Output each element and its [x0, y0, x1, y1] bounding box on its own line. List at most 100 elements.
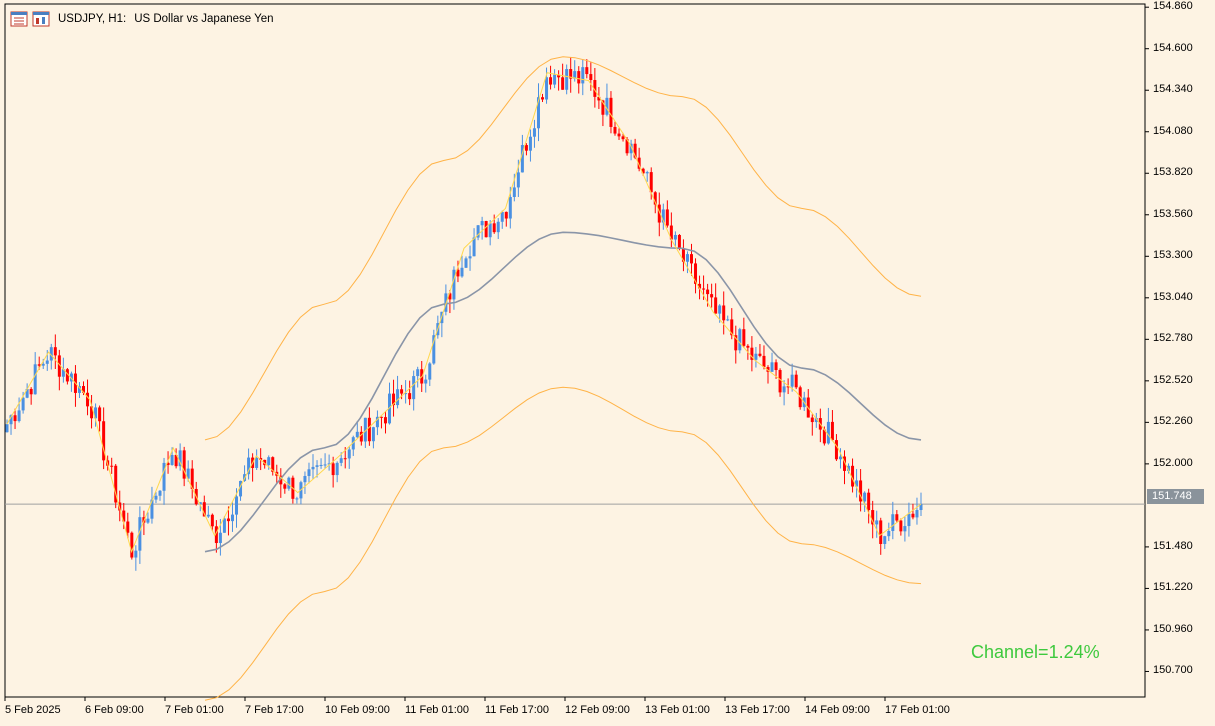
chart-type-icon[interactable] [32, 11, 50, 27]
candle-body [581, 67, 585, 84]
candle-body [903, 526, 907, 532]
y-tick-label: 152.260 [1153, 415, 1193, 428]
candle-body [706, 289, 710, 295]
candle-body [512, 187, 516, 197]
x-tick-label: 7 Feb 17:00 [245, 704, 304, 716]
x-tick-label: 12 Feb 09:00 [565, 704, 630, 716]
candle-body [585, 67, 589, 75]
candle-body [726, 319, 730, 321]
candle-body [226, 518, 230, 522]
candle-body [863, 492, 867, 502]
y-tick-label: 154.340 [1153, 83, 1193, 96]
window-menu-icon[interactable] [10, 11, 28, 27]
plot-frame [4, 3, 1146, 698]
chart-header: USDJPY, H1: US Dollar vs Japanese Yen [10, 10, 274, 28]
price-path-line [6, 72, 922, 554]
candle-body [416, 369, 420, 377]
y-tick-label: 150.960 [1153, 622, 1193, 635]
candle-body [685, 254, 689, 262]
candle-body [343, 458, 347, 460]
candle-body [577, 71, 581, 84]
candle-body [468, 256, 472, 259]
candle-body [718, 305, 722, 314]
candle-body [146, 518, 150, 523]
y-tick-label: 152.520 [1153, 373, 1193, 386]
candle-body [319, 464, 323, 466]
candle-body [53, 347, 57, 356]
candle-body [645, 172, 649, 174]
candle-body [45, 360, 49, 364]
y-tick-label: 152.000 [1153, 456, 1193, 469]
y-tick-label: 153.820 [1153, 166, 1193, 179]
x-tick-label: 11 Feb 17:00 [485, 704, 550, 716]
symbol-description: US Dollar vs Japanese Yen [134, 13, 274, 25]
candle-body [714, 297, 718, 314]
candle-body [371, 427, 375, 442]
candle-body [335, 462, 339, 476]
candle-body [41, 363, 45, 366]
candle-body [826, 421, 830, 444]
candle-body [158, 490, 162, 496]
candle-body [665, 209, 669, 226]
y-tick-label: 152.780 [1153, 332, 1193, 345]
candle-body [283, 484, 287, 489]
candle-body [508, 196, 512, 219]
candle-body [810, 417, 814, 423]
candle-body [879, 520, 883, 544]
candle-body [488, 223, 492, 238]
candle-body [311, 466, 315, 470]
candle-body [541, 97, 545, 100]
candle-body [649, 172, 653, 193]
candle-body [689, 254, 693, 264]
y-tick-label: 151.480 [1153, 539, 1193, 552]
candle-body [424, 379, 428, 384]
candle-body [778, 370, 782, 393]
candle-body [383, 417, 387, 424]
x-tick-label: 11 Feb 01:00 [405, 704, 470, 716]
candle-body [746, 345, 750, 348]
candle-body [222, 518, 226, 533]
candle-body [524, 145, 528, 151]
channel-line-upper [204, 56, 922, 441]
candle-body [21, 397, 25, 411]
channel-indicator-label: Channel=1.24% [971, 642, 1100, 662]
candle-body [553, 74, 557, 85]
candle-body [29, 388, 33, 395]
candle-body [480, 221, 484, 226]
candle-body [774, 362, 778, 371]
channel-line-lower [204, 386, 922, 701]
candle-body [782, 386, 786, 393]
candle-body [13, 415, 17, 422]
y-tick-label: 154.600 [1153, 41, 1193, 54]
y-tick-label: 154.860 [1153, 0, 1193, 13]
candle-body [549, 77, 553, 85]
candle-body [911, 513, 915, 518]
y-tick-label: 150.700 [1153, 664, 1193, 677]
candle-body [754, 353, 758, 360]
candle-body [126, 521, 130, 533]
candle-body [295, 498, 299, 500]
candle-body [452, 269, 456, 300]
candle-body [464, 258, 468, 268]
candle-body [134, 550, 138, 558]
price-chart[interactable] [0, 0, 1215, 726]
candle-body [230, 514, 234, 522]
candle-body [907, 513, 911, 527]
candle-body [255, 457, 259, 468]
candle-body [722, 305, 726, 321]
candle-body [428, 363, 432, 380]
candle-body [528, 136, 532, 151]
candle-body [742, 329, 746, 346]
y-tick-label: 153.040 [1153, 290, 1193, 303]
current-price-badge: 151.748 [1147, 489, 1204, 504]
x-tick-label: 13 Feb 17:00 [725, 704, 790, 716]
x-tick-label: 14 Feb 09:00 [805, 704, 870, 716]
candle-body [400, 389, 404, 394]
x-tick-label: 13 Feb 01:00 [645, 704, 710, 716]
candle-body [210, 514, 214, 527]
x-tick-label: 5 Feb 2025 [5, 704, 61, 716]
candle-body [516, 172, 520, 188]
candle-body [154, 495, 158, 500]
y-tick-label: 153.300 [1153, 249, 1193, 262]
candle-body [838, 456, 842, 460]
